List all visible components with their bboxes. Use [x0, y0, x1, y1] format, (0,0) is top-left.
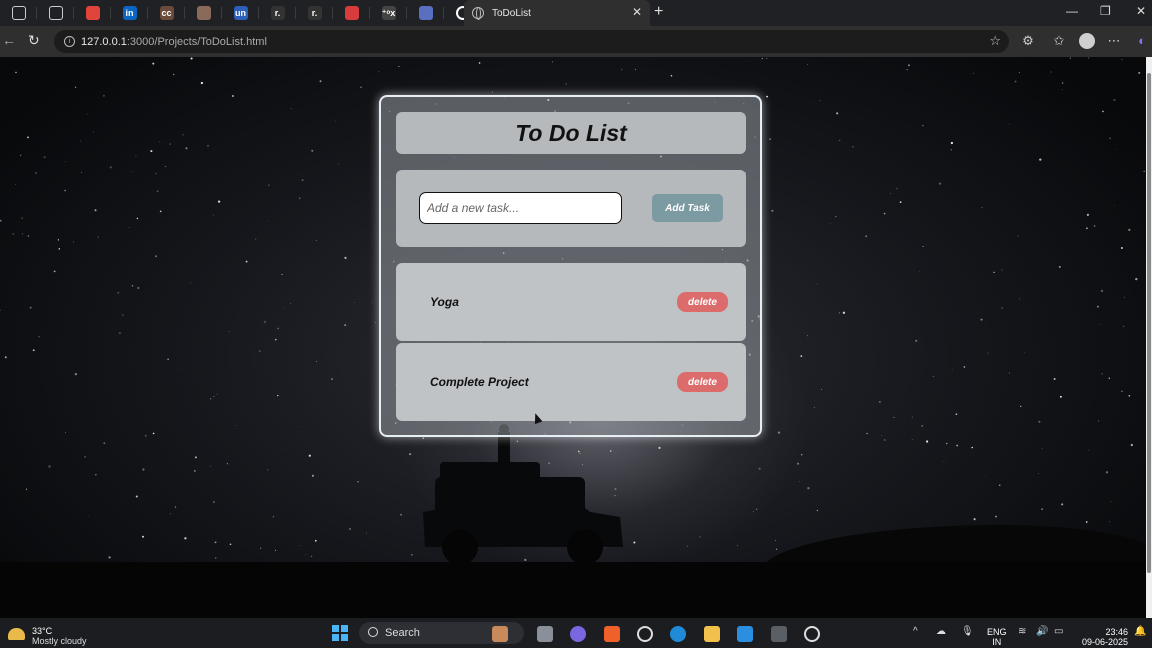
weather-widget[interactable]: 33°C Mostly cloudy: [8, 626, 87, 646]
copilot-app-icon[interactable]: [570, 626, 586, 642]
start-button[interactable]: [332, 625, 348, 641]
scrollbar-thumb[interactable]: [1147, 73, 1151, 573]
profile-avatar[interactable]: [1079, 33, 1095, 49]
weather-temperature: 33°C: [32, 626, 53, 636]
task-item: Complete Project delete: [396, 343, 746, 421]
title-panel: To Do List: [396, 112, 746, 154]
page-scrollbar[interactable]: [1146, 57, 1152, 618]
clock-date: 09-06-2025: [1081, 637, 1128, 647]
task-label: Complete Project: [430, 375, 529, 389]
new-tab-button[interactable]: +: [654, 3, 663, 21]
workspaces-icon[interactable]: [0, 0, 37, 26]
copilot-icon[interactable]: ◐: [1135, 34, 1149, 48]
close-tab-icon[interactable]: ✕: [632, 5, 642, 19]
minimize-button[interactable]: —: [1066, 4, 1078, 18]
pinned-tab-glyph: un: [233, 6, 248, 20]
app-icon-red-2[interactable]: [333, 0, 370, 26]
tab-title: ToDoList: [492, 7, 531, 19]
pinned-tab-glyph: r.: [270, 6, 285, 20]
back-button[interactable]: ←: [2, 32, 16, 48]
add-task-panel: Add Task: [396, 170, 746, 247]
pinned-tab-glyph: [418, 6, 433, 20]
pinned-tab-glyph: [196, 6, 211, 20]
pinned-tab-glyph: [85, 6, 100, 20]
pinned-tab-glyph: ⁺ᵒx: [381, 6, 396, 20]
volume-icon[interactable]: 🔊: [1036, 626, 1048, 637]
terminal-icon[interactable]: [771, 626, 787, 642]
page-title: To Do List: [515, 119, 627, 146]
wifi-icon[interactable]: ≋: [1018, 626, 1026, 637]
codechef-icon[interactable]: cc: [148, 0, 185, 26]
battery-icon[interactable]: ▭: [1054, 626, 1063, 637]
pinned-tab-glyph: [48, 6, 63, 20]
onedrive-icon[interactable]: ☁: [936, 626, 946, 637]
postman-icon[interactable]: [407, 0, 444, 26]
delete-task-button[interactable]: delete: [677, 372, 728, 392]
close-window-button[interactable]: ✕: [1136, 4, 1146, 18]
page-icon[interactable]: [185, 0, 222, 26]
add-task-button[interactable]: Add Task: [652, 194, 723, 222]
clock-time: 23:46: [1105, 627, 1128, 637]
pinned-tab-glyph: cc: [159, 6, 174, 20]
favorites-icon[interactable]: ✩: [1052, 34, 1066, 48]
tray-expand-icon[interactable]: ^: [913, 626, 918, 637]
vscode-icon[interactable]: [737, 626, 753, 642]
windows-taskbar: 33°C Mostly cloudy Search ^ ☁ 🎙 ENG IN ≋…: [0, 618, 1152, 648]
todo-card: To Do List Add Task Yoga delete Complete…: [379, 95, 762, 437]
weather-cloud-icon: [8, 628, 25, 640]
jeep-silhouette: [423, 424, 623, 565]
more-menu-icon[interactable]: ⋯: [1107, 34, 1121, 48]
reload-button[interactable]: ↻: [28, 32, 40, 49]
task-view-icon[interactable]: [537, 626, 553, 642]
system-clock[interactable]: 23:46 09-06-2025: [1080, 627, 1128, 647]
pinned-tab-glyph: in: [122, 6, 137, 20]
extensions-icon[interactable]: ⚙: [1021, 34, 1035, 48]
address-bar[interactable]: i 127.0.0.1 :3000/Projects/ToDoList.html…: [54, 30, 1009, 53]
language-code: ENG: [987, 627, 1007, 637]
delete-task-button[interactable]: delete: [677, 292, 728, 312]
github-icon-2[interactable]: r.: [296, 0, 333, 26]
notifications-icon[interactable]: 🔔: [1134, 626, 1146, 637]
app-icon-red[interactable]: [74, 0, 111, 26]
brave-browser-icon[interactable]: [604, 626, 620, 642]
url-path: :3000/Projects/ToDoList.html: [126, 35, 267, 48]
site-info-icon[interactable]: i: [64, 36, 75, 47]
file-explorer-icon[interactable]: [704, 626, 720, 642]
url-host: 127.0.0.1: [81, 35, 127, 48]
address-toolbar: ← ↻ i 127.0.0.1 :3000/Projects/ToDoList.…: [0, 26, 1152, 57]
search-icon: [368, 627, 378, 637]
chatgpt-app-icon-2[interactable]: [804, 626, 820, 642]
edge-browser-icon[interactable]: [670, 626, 686, 642]
new-task-input[interactable]: [419, 192, 622, 224]
tab-actions-icon[interactable]: [37, 0, 74, 26]
browser-window: in cc un r. r. ⁺ᵒx ToDoList ✕ + — ❐ ✕ ← ↻ i 1…: [0, 0, 1152, 618]
github-icon-1[interactable]: r.: [259, 0, 296, 26]
microphone-icon[interactable]: 🎙: [961, 626, 974, 637]
tab-icon-plain[interactable]: ⁺ᵒx: [370, 0, 407, 26]
weather-condition: Mostly cloudy: [32, 636, 87, 646]
globe-icon: [472, 7, 484, 20]
restore-button[interactable]: ❐: [1100, 4, 1111, 18]
widgets-app-icon[interactable]: [492, 626, 508, 642]
language-indicator[interactable]: ENG IN: [987, 627, 1007, 647]
language-region: IN: [992, 637, 1002, 647]
page-viewport: To Do List Add Task Yoga delete Complete…: [0, 57, 1146, 618]
pinned-tab-glyph: [344, 6, 359, 20]
task-label: Yoga: [430, 295, 459, 309]
linkedin-icon[interactable]: in: [111, 0, 148, 26]
task-item: Yoga delete: [396, 263, 746, 341]
chatgpt-icon[interactable]: [637, 626, 653, 642]
tab-todolist[interactable]: ToDoList ✕: [464, 0, 650, 26]
ground-silhouette: [0, 562, 1146, 618]
unstop-icon[interactable]: un: [222, 0, 259, 26]
search-label: Search: [385, 627, 420, 639]
pinned-tab-glyph: [11, 6, 26, 20]
favorite-star-icon[interactable]: ☆: [989, 33, 1001, 49]
pinned-tab-glyph: r.: [307, 6, 322, 20]
